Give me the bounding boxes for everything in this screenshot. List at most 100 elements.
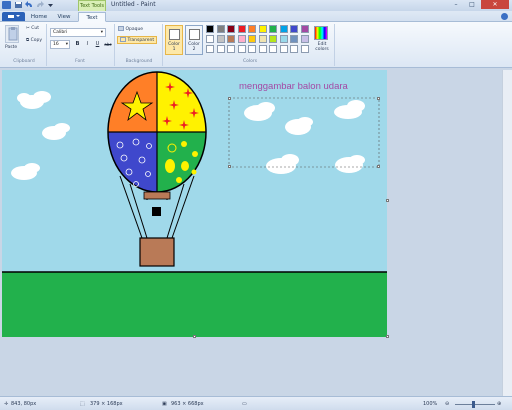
- canvas-resize-handle[interactable]: [386, 199, 389, 202]
- color2-label: Color 2: [188, 42, 200, 52]
- chevron-down-icon: ▾: [65, 42, 68, 47]
- color-swatch[interactable]: [248, 35, 256, 43]
- background-group-label: Background: [125, 59, 153, 64]
- color-swatch[interactable]: [300, 45, 309, 53]
- burner-flame: [152, 207, 161, 216]
- drawing-canvas[interactable]: menggambar balon udara: [2, 70, 387, 337]
- selection-handle[interactable]: [377, 97, 380, 100]
- color-swatch[interactable]: [206, 45, 214, 53]
- separator: [334, 24, 335, 66]
- file-menu-button[interactable]: [2, 12, 25, 21]
- color-swatch[interactable]: [258, 45, 267, 53]
- zoom-slider[interactable]: [455, 404, 495, 405]
- title-bar: Text Tools Untitled - Paint – □ ✕: [0, 0, 512, 11]
- colors-group-label: Colors: [242, 59, 258, 64]
- tab-text[interactable]: Text: [78, 12, 106, 22]
- color1-button[interactable]: Color 1: [165, 25, 183, 55]
- selection-size: 379 × 168px: [90, 401, 123, 407]
- color-swatch[interactable]: [227, 45, 235, 53]
- maximize-button[interactable]: □: [465, 0, 479, 9]
- font-group-label: Font: [75, 59, 85, 64]
- color-swatch[interactable]: [248, 45, 256, 53]
- customize-toolbar-icon[interactable]: [46, 1, 55, 9]
- color1-label: Color 1: [168, 42, 180, 52]
- bold-button[interactable]: B: [74, 41, 81, 48]
- color2-button[interactable]: Color 2: [185, 25, 203, 55]
- vertical-scrollbar[interactable]: [502, 70, 512, 396]
- color-swatch[interactable]: [227, 35, 235, 43]
- ribbon-tabs: Home View Text: [0, 11, 512, 22]
- color-swatch[interactable]: [300, 35, 309, 43]
- status-bar: ✛ 843, 80px ⬚ 379 × 168px ▣ 963 × 668px …: [0, 396, 512, 410]
- cursor-position-icon: ✛: [4, 401, 9, 407]
- help-icon[interactable]: [501, 13, 508, 20]
- paint-app-icon[interactable]: [2, 1, 11, 9]
- color-swatch[interactable]: [269, 35, 277, 43]
- window-title: Untitled - Paint: [111, 1, 156, 8]
- zoom-slider-thumb[interactable]: [472, 401, 475, 408]
- color-swatch[interactable]: [227, 25, 235, 33]
- transparent-icon: [120, 37, 126, 42]
- clipboard-group-label: Clipboard: [13, 59, 35, 64]
- color-swatch[interactable]: [300, 25, 309, 33]
- color-swatch[interactable]: [248, 25, 256, 33]
- paste-label[interactable]: Paste: [5, 45, 17, 50]
- color-swatch[interactable]: [290, 45, 298, 53]
- copy-button[interactable]: ⧉ Copy: [26, 37, 42, 43]
- transparent-button[interactable]: Transparent: [117, 36, 158, 44]
- underline-button[interactable]: U: [94, 41, 101, 48]
- save-icon[interactable]: [14, 1, 23, 9]
- color-swatch[interactable]: [290, 25, 298, 33]
- chevron-down-icon: ▾: [100, 30, 103, 35]
- canvas-resize-handle[interactable]: [386, 335, 389, 338]
- font-size-select[interactable]: 16 ▾: [50, 40, 70, 49]
- canvas-text[interactable]: menggambar balon udara: [239, 81, 348, 92]
- color-swatch[interactable]: [216, 25, 225, 33]
- color-swatch[interactable]: [216, 45, 225, 53]
- zoom-out-button[interactable]: ⊖: [445, 401, 449, 407]
- separator: [46, 24, 47, 66]
- separator: [114, 24, 115, 66]
- opaque-button[interactable]: Opaque: [118, 26, 143, 32]
- color-swatch[interactable]: [237, 35, 246, 43]
- color-swatch[interactable]: [269, 25, 277, 33]
- selection-handle[interactable]: [228, 165, 231, 168]
- color2-swatch: [189, 29, 200, 40]
- zoom-in-button[interactable]: ⊕: [497, 401, 501, 407]
- color-swatch[interactable]: [258, 25, 267, 33]
- color-swatch[interactable]: [279, 25, 288, 33]
- color-swatch[interactable]: [216, 35, 225, 43]
- minimize-button[interactable]: –: [449, 0, 463, 9]
- paste-icon[interactable]: [5, 25, 19, 43]
- undo-icon[interactable]: [25, 1, 34, 9]
- edit-colors-label[interactable]: Edit colors: [313, 42, 331, 52]
- color-swatch[interactable]: [290, 35, 298, 43]
- edit-colors-icon[interactable]: [314, 26, 328, 40]
- canvas-resize-handle[interactable]: [193, 335, 196, 338]
- balloon-burner: [143, 191, 171, 200]
- italic-button[interactable]: I: [84, 41, 91, 48]
- cut-button[interactable]: ✂ Cut: [26, 26, 39, 31]
- selection-handle[interactable]: [377, 165, 380, 168]
- color-swatch[interactable]: [237, 25, 246, 33]
- color-swatch[interactable]: [237, 45, 246, 53]
- color-swatch[interactable]: [206, 35, 214, 43]
- tab-home[interactable]: Home: [28, 12, 50, 22]
- copy-label: Copy: [30, 38, 43, 43]
- ground: [2, 272, 387, 337]
- color-swatch[interactable]: [206, 25, 214, 33]
- selection-handle[interactable]: [228, 97, 231, 100]
- opaque-icon: [118, 26, 124, 31]
- color-swatch[interactable]: [279, 45, 288, 53]
- redo-icon[interactable]: [35, 1, 44, 9]
- strikethrough-button[interactable]: abc: [103, 41, 113, 48]
- font-family-select[interactable]: Calibri ▾: [50, 28, 106, 37]
- color-swatch[interactable]: [279, 35, 288, 43]
- image-size: 963 × 668px: [171, 401, 204, 407]
- ribbon: Paste ✂ Cut ⧉ Copy Clipboard Calibri ▾ 1…: [0, 22, 512, 68]
- color-swatch[interactable]: [258, 35, 267, 43]
- close-button[interactable]: ✕: [481, 0, 509, 9]
- tab-view[interactable]: View: [53, 12, 75, 22]
- balloon-basket: [139, 237, 175, 267]
- color-swatch[interactable]: [269, 45, 277, 53]
